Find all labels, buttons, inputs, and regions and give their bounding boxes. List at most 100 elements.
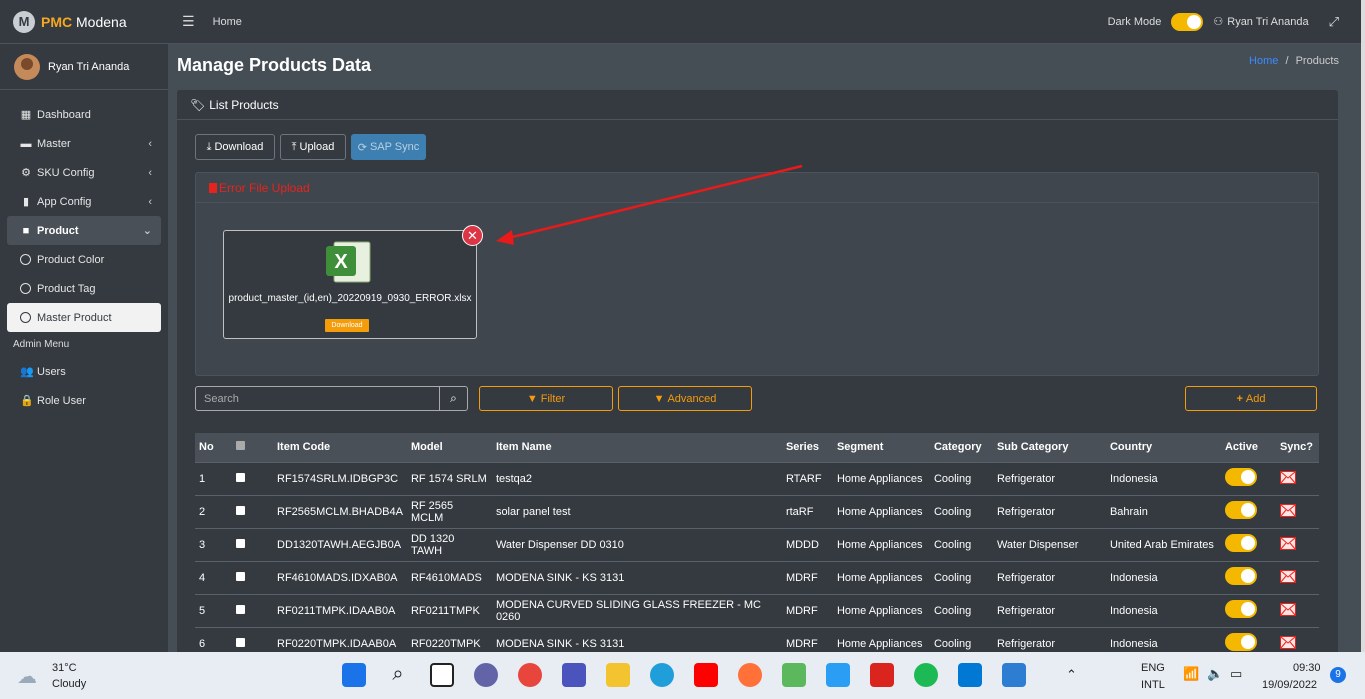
tray-chevron-icon[interactable]: ⌃	[1066, 667, 1077, 683]
home-link[interactable]: Home	[213, 16, 242, 28]
sidebar-item-product-color[interactable]: Product Color	[0, 245, 168, 274]
brand[interactable]: M PMC Modena	[0, 0, 168, 44]
spotify-icon[interactable]	[914, 663, 938, 687]
sap-sync-button[interactable]: ⟳ SAP Sync	[351, 134, 426, 160]
active-toggle[interactable]	[1224, 600, 1257, 618]
active-toggle[interactable]	[1224, 534, 1257, 552]
photos-icon[interactable]	[1002, 663, 1026, 687]
upload-button[interactable]: ⤒ Upload	[280, 134, 346, 160]
select-all-checkbox[interactable]	[236, 441, 245, 451]
envelope-sync-icon[interactable]	[1279, 635, 1296, 649]
clock-date[interactable]: 19/09/2022	[1262, 679, 1317, 691]
row-checkbox[interactable]	[236, 637, 245, 647]
add-button[interactable]: + Add	[1185, 386, 1317, 411]
close-icon[interactable]: ✕	[462, 225, 483, 246]
menu-icon[interactable]: ☰	[182, 13, 195, 30]
col-series[interactable]: Series	[782, 433, 833, 462]
envelope-sync-icon[interactable]	[1279, 602, 1296, 616]
search-icon[interactable]: ⌕	[386, 663, 410, 687]
firefox-icon[interactable]	[738, 663, 762, 687]
task-view-icon[interactable]	[430, 663, 454, 687]
topbar-user[interactable]: Ryan Tri Ananda	[1227, 16, 1308, 28]
sidebar-item-role-user[interactable]: 🔒 Role User	[0, 386, 168, 415]
lang-2[interactable]: INTL	[1141, 679, 1165, 691]
edge-icon[interactable]	[650, 663, 674, 687]
search-input[interactable]	[196, 387, 441, 410]
windows-start-icon[interactable]	[342, 663, 366, 687]
cell-select[interactable]	[232, 560, 273, 594]
col-category[interactable]: Category	[930, 433, 993, 462]
sidebar-item-product-tag[interactable]: Product Tag	[0, 274, 168, 303]
wifi-icon[interactable]: 📶	[1183, 666, 1199, 682]
breadcrumb-home[interactable]: Home	[1249, 55, 1278, 67]
fullscreen-icon[interactable]: ⤢	[1329, 14, 1339, 30]
cell-select[interactable]	[232, 626, 273, 652]
xampp-icon[interactable]	[782, 663, 806, 687]
vscode-icon[interactable]	[958, 663, 982, 687]
weather-temp[interactable]: 31°C	[52, 662, 77, 674]
sidebar-item-sku-config[interactable]: ⚙ SKU Config ‹	[0, 158, 168, 187]
row-checkbox[interactable]	[236, 538, 245, 548]
file-explorer-icon[interactable]	[606, 663, 630, 687]
active-toggle[interactable]	[1224, 567, 1257, 585]
table-row[interactable]: 4 RF4610MADS.IDXAB0A RF4610MADS MODENA SIN…	[195, 560, 1319, 594]
error-file-card[interactable]: X product_master_(id,en)_20220919_0930_E…	[223, 225, 483, 339]
chat-icon[interactable]	[474, 663, 498, 687]
teams-icon[interactable]	[562, 663, 586, 687]
error-file-download-button[interactable]: Download	[325, 319, 369, 332]
cell-select[interactable]	[232, 527, 273, 561]
row-checkbox[interactable]	[236, 604, 245, 614]
volume-icon[interactable]: 🔈	[1207, 666, 1223, 682]
table-row[interactable]: 3 DD1320TAWH.AEGJB0A DD 1320 TAWH Water Di…	[195, 527, 1319, 561]
notification-badge[interactable]: 9	[1330, 667, 1346, 683]
col-segment[interactable]: Segment	[833, 433, 930, 462]
lang-1[interactable]: ENG	[1141, 662, 1165, 674]
user-panel[interactable]: Ryan Tri Ananda	[0, 44, 168, 90]
clock-time[interactable]: 09:30	[1293, 662, 1321, 674]
col-model[interactable]: Model	[407, 433, 492, 462]
envelope-sync-icon[interactable]	[1279, 503, 1296, 517]
sidebar-item-master-product[interactable]: Master Product	[7, 303, 161, 332]
search-icon[interactable]: ⌕	[439, 387, 467, 410]
row-checkbox[interactable]	[236, 505, 245, 515]
col-sub-category[interactable]: Sub Category	[993, 433, 1106, 462]
col-sync[interactable]: Sync?	[1276, 433, 1319, 462]
filter-button[interactable]: ▼ Filter	[479, 386, 613, 411]
wps-icon[interactable]	[870, 663, 894, 687]
col-country[interactable]: Country	[1106, 433, 1221, 462]
sidebar-item-dashboard[interactable]: ▦ Dashboard	[0, 100, 168, 129]
table-row[interactable]: 1 RF1574SRLM.IDBGP3C RF 1574 SRLM testqa2 R…	[195, 461, 1319, 495]
col-active[interactable]: Active	[1221, 433, 1276, 462]
active-toggle[interactable]	[1224, 501, 1257, 519]
weather-desc[interactable]: Cloudy	[52, 678, 86, 690]
sidebar-item-users[interactable]: 👥 Users	[0, 357, 168, 386]
row-checkbox[interactable]	[236, 472, 245, 482]
active-toggle[interactable]	[1224, 633, 1257, 652]
row-checkbox[interactable]	[236, 571, 245, 581]
sidebar-item-master[interactable]: ▬ Master ‹	[0, 129, 168, 158]
download-button[interactable]: ⤓ Download	[195, 134, 275, 160]
table-row[interactable]: 2 RF2565MCLM.BHADB4A RF 2565 MCLM solar pa…	[195, 494, 1319, 528]
battery-icon[interactable]: ▭	[1230, 666, 1242, 682]
sidebar-item-app-config[interactable]: ▮ App Config ‹	[0, 187, 168, 216]
envelope-sync-icon[interactable]	[1279, 569, 1296, 583]
active-toggle[interactable]	[1224, 468, 1257, 486]
chrome-icon[interactable]	[518, 663, 542, 687]
table-row[interactable]: 6 RF0220TMPK.IDAAB0A RF0220TMPK MODENA SIN…	[195, 626, 1319, 652]
cell-select[interactable]	[232, 593, 273, 627]
cell-select[interactable]	[232, 461, 273, 495]
table-row[interactable]: 5 RF0211TMPK.IDAAB0A RF0211TMPK MODENA CUR…	[195, 593, 1319, 627]
col-item-code[interactable]: Item Code	[273, 433, 407, 462]
cloud-app-icon[interactable]	[826, 663, 850, 687]
scrollbar[interactable]	[1361, 0, 1365, 652]
dark-mode-toggle[interactable]	[1171, 12, 1204, 31]
col-select[interactable]	[232, 433, 273, 462]
advanced-button[interactable]: ▼ Advanced	[618, 386, 752, 411]
col-item-name[interactable]: Item Name	[492, 433, 782, 462]
cell-country: Bahrain	[1105, 494, 1221, 528]
youtube-icon[interactable]	[694, 663, 718, 687]
sidebar-item-product[interactable]: ■ Product ⌄	[7, 216, 161, 245]
envelope-sync-icon[interactable]	[1279, 536, 1296, 550]
cell-select[interactable]	[232, 494, 273, 528]
envelope-sync-icon[interactable]	[1279, 470, 1296, 484]
